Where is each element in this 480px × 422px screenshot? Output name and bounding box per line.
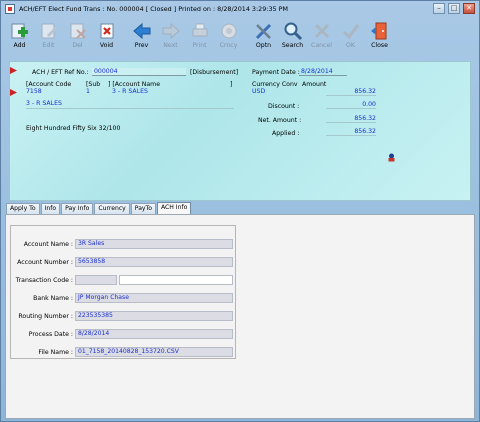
- transaction-code-desc-field[interactable]: [119, 275, 233, 285]
- account-number-label: Account Number :: [17, 259, 73, 266]
- col-end: ]: [230, 81, 233, 88]
- account-name: 3 - R SALES: [112, 88, 148, 95]
- options-button[interactable]: Optn: [249, 19, 278, 52]
- bank-name-label: Bank Name :: [33, 295, 73, 302]
- payment-date-label: Payment Date :: [252, 69, 300, 76]
- tab-pay-to[interactable]: PayTo: [130, 203, 156, 214]
- routing-number-label: Routing Number :: [18, 313, 73, 320]
- tab-ach-info[interactable]: ACH Info: [156, 202, 192, 214]
- title-bar: ACH/EFT Elect Fund Trans : No. 000004 [ …: [1, 1, 479, 18]
- payment-date-field[interactable]: [299, 68, 347, 76]
- options-icon: [254, 21, 274, 41]
- print-icon: [190, 21, 210, 41]
- ach-info-group: Account Name : 3R Sales Account Number :…: [10, 225, 236, 359]
- tab-pay-info[interactable]: Pay Info: [61, 203, 94, 214]
- toolbar: Add Edit Del Void Prev Next Print Crncy …: [5, 19, 475, 52]
- tab-info[interactable]: Info: [40, 203, 61, 214]
- close-button[interactable]: Close: [365, 19, 394, 52]
- prev-button[interactable]: Prev: [127, 19, 156, 52]
- net-amount-value: 856.32: [326, 115, 376, 123]
- user-status-icon[interactable]: [387, 153, 396, 162]
- edit-label: Edit: [42, 42, 55, 49]
- currency-button[interactable]: Crncy: [214, 19, 243, 52]
- currency-label: Crncy: [219, 42, 238, 49]
- add-button[interactable]: Add: [5, 19, 34, 52]
- window: ACH/EFT Elect Fund Trans : No. 000004 [ …: [0, 0, 480, 422]
- col-sub: [Sub: [86, 81, 101, 88]
- transaction-code-label: Transaction Code :: [15, 277, 73, 284]
- col-account-code: [Account Code: [26, 81, 72, 88]
- applied-label: Applied :: [272, 130, 300, 137]
- account-pointer-icon: [10, 89, 17, 96]
- prev-label: Prev: [134, 42, 149, 49]
- ach-info-panel: Account Name : 3R Sales Account Number :…: [5, 214, 475, 419]
- void-label: Void: [99, 42, 114, 49]
- next-label: Next: [163, 42, 178, 49]
- edit-button[interactable]: Edit: [34, 19, 63, 52]
- void-button[interactable]: Void: [92, 19, 121, 52]
- currency-icon: [219, 21, 239, 41]
- currency-value: USD: [252, 88, 266, 95]
- discount-label: Discount :: [268, 103, 300, 110]
- discount-value: 0.00: [326, 101, 376, 109]
- ok-label: OK: [346, 42, 355, 49]
- amount-in-words: Eight Hundred Fifty Six 32/100: [26, 125, 121, 132]
- search-label: Search: [281, 42, 304, 49]
- cancel-button[interactable]: Cancel: [307, 19, 336, 52]
- delete-icon: [68, 21, 88, 41]
- next-icon: [161, 21, 181, 41]
- cancel-icon: [312, 21, 332, 41]
- ok-button[interactable]: OK: [336, 19, 365, 52]
- net-amount-label: Net. Amount :: [258, 117, 302, 124]
- process-date-field[interactable]: 8/28/2014: [75, 329, 233, 339]
- tab-apply-to[interactable]: Apply To: [6, 203, 40, 214]
- close-window-button[interactable]: ✕: [463, 3, 475, 14]
- print-label: Print: [192, 42, 207, 49]
- add-label: Add: [13, 42, 26, 49]
- tab-currency[interactable]: Currency: [94, 203, 130, 214]
- options-label: Optn: [255, 42, 272, 49]
- cancel-label: Cancel: [311, 42, 332, 49]
- amount-value: 856.32: [326, 88, 376, 96]
- next-button[interactable]: Next: [156, 19, 185, 52]
- minimize-button[interactable]: –: [433, 3, 445, 14]
- ach-account-name-field[interactable]: 3R Sales: [75, 239, 233, 249]
- col-account-name: ] [Account Name: [108, 81, 160, 88]
- ref-no-value: 000004: [94, 68, 118, 75]
- edit-icon: [39, 21, 59, 41]
- applied-value: 856.32: [326, 128, 376, 136]
- print-button[interactable]: Print: [185, 19, 214, 52]
- account-name-label: Account Name :: [23, 241, 73, 248]
- add-icon: [10, 21, 30, 41]
- header-panel: ACH / EFT Ref No.: 000004 [Disbursement]…: [9, 61, 471, 201]
- amount-label: Amount: [302, 81, 327, 88]
- maximize-button[interactable]: □: [448, 3, 460, 14]
- record-pointer-icon: [10, 67, 17, 74]
- ref-no-label: ACH / EFT Ref No.:: [32, 69, 89, 76]
- process-date-label: Process Date :: [28, 331, 73, 338]
- delete-button[interactable]: Del: [63, 19, 92, 52]
- file-name-field[interactable]: 01_7158_20140828_153720.CSV: [75, 347, 233, 357]
- bank-name-field[interactable]: JP Morgan Chase: [75, 293, 233, 303]
- delete-label: Del: [72, 42, 83, 49]
- search-icon: [283, 21, 303, 41]
- currency-conv-label: Currency Conv: [252, 81, 298, 88]
- window-title: ACH/EFT Elect Fund Trans : No. 000004 [ …: [19, 5, 288, 13]
- ref-type: [Disbursement]: [190, 69, 239, 76]
- close-label: Close: [371, 42, 388, 49]
- ok-icon: [341, 21, 361, 41]
- app-icon: [5, 4, 15, 14]
- sub-code: 1: [86, 88, 90, 95]
- search-button[interactable]: Search: [278, 19, 307, 52]
- transaction-code-field[interactable]: [75, 275, 117, 285]
- ach-account-number-field[interactable]: 5653858: [75, 257, 233, 267]
- payee-name: 3 - R SALES: [26, 100, 62, 107]
- tab-strip: Apply To Info Pay Info Currency PayTo AC…: [6, 202, 192, 214]
- account-code: 7158: [26, 88, 42, 95]
- void-icon: [97, 21, 117, 41]
- close-door-icon: [370, 21, 390, 41]
- file-name-label: File Name :: [38, 349, 73, 356]
- routing-number-field[interactable]: 223535385: [75, 311, 233, 321]
- prev-icon: [132, 21, 152, 41]
